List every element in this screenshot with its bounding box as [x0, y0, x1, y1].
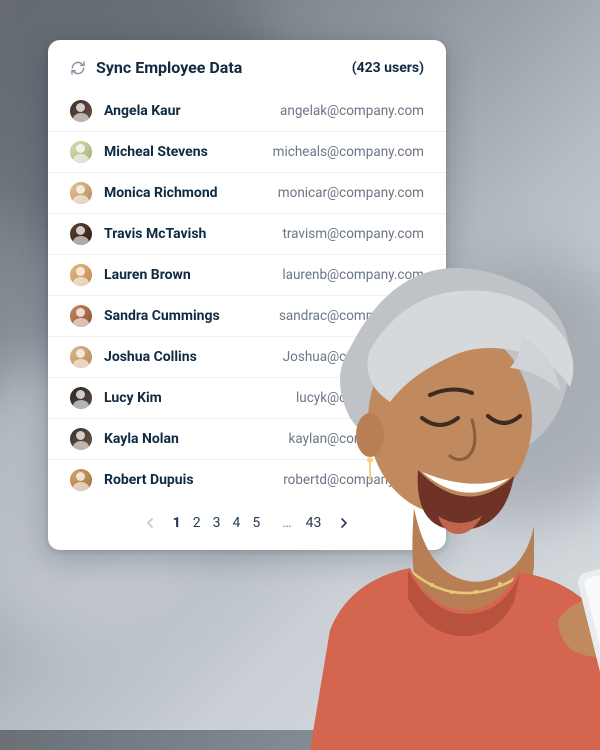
employee-row[interactable]: Joshua Collins Joshua@company.com: [48, 337, 446, 378]
avatar: [70, 100, 92, 122]
sync-icon: [70, 60, 86, 76]
page-number[interactable]: 5: [250, 515, 262, 531]
avatar: [70, 387, 92, 409]
employee-row[interactable]: Monica Richmond monicar@company.com: [48, 173, 446, 214]
employee-email: micheals@company.com: [273, 144, 424, 160]
avatar: [70, 182, 92, 204]
employee-email: angelak@company.com: [280, 103, 424, 119]
employee-email: kaylan@company.com: [288, 431, 424, 447]
employee-email: Joshua@company.com: [283, 349, 424, 365]
employee-email: sandrac@company.com: [279, 308, 424, 324]
employee-name: Monica Richmond: [104, 185, 266, 201]
page-next-button[interactable]: [333, 512, 355, 534]
sync-employee-panel: Sync Employee Data (423 users) Angela Ka…: [48, 40, 446, 550]
employee-name: Micheal Stevens: [104, 144, 261, 160]
employee-row[interactable]: Sandra Cummings sandrac@company.com: [48, 296, 446, 337]
employee-name: Robert Dupuis: [104, 472, 271, 488]
avatar: [70, 305, 92, 327]
avatar: [70, 264, 92, 286]
employee-email: laurenb@company.com: [282, 267, 424, 283]
page-number[interactable]: 1: [171, 515, 183, 531]
employee-email: travism@company.com: [282, 226, 424, 242]
avatar: [70, 346, 92, 368]
employee-name: Travis McTavish: [104, 226, 270, 242]
employee-name: Joshua Collins: [104, 349, 271, 365]
employee-row[interactable]: Angela Kaur angelak@company.com: [48, 91, 446, 132]
employee-row[interactable]: Kayla Nolan kaylan@company.com: [48, 419, 446, 460]
employee-email: monicar@company.com: [278, 185, 424, 201]
employee-name: Kayla Nolan: [104, 431, 276, 447]
avatar: [70, 428, 92, 450]
user-count: (423 users): [352, 60, 424, 76]
employee-list: Angela Kaur angelak@company.com Micheal St…: [48, 91, 446, 500]
page-number[interactable]: 2: [191, 515, 203, 531]
employee-row[interactable]: Lucy Kim lucyk@company.com: [48, 378, 446, 419]
pagination: 12345 … 43: [48, 500, 446, 538]
avatar: [70, 223, 92, 245]
avatar: [70, 141, 92, 163]
page-last[interactable]: 43: [304, 515, 324, 531]
panel-title: Sync Employee Data: [96, 58, 342, 77]
employee-name: Lauren Brown: [104, 267, 270, 283]
panel-header: Sync Employee Data (423 users): [48, 58, 446, 91]
employee-email: robertd@company.com: [283, 472, 424, 488]
employee-name: Sandra Cummings: [104, 308, 267, 324]
employee-name: Angela Kaur: [104, 103, 268, 119]
page-prev-button[interactable]: [139, 512, 161, 534]
page-number[interactable]: 3: [211, 515, 223, 531]
employee-name: Lucy Kim: [104, 390, 284, 406]
employee-email: lucyk@company.com: [296, 390, 424, 406]
employee-row[interactable]: Micheal Stevens micheals@company.com: [48, 132, 446, 173]
employee-row[interactable]: Travis McTavish travism@company.com: [48, 214, 446, 255]
employee-row[interactable]: Robert Dupuis robertd@company.com: [48, 460, 446, 500]
page-ellipsis: …: [280, 515, 293, 531]
avatar: [70, 469, 92, 491]
page-number[interactable]: 4: [230, 515, 242, 531]
employee-row[interactable]: Lauren Brown laurenb@company.com: [48, 255, 446, 296]
